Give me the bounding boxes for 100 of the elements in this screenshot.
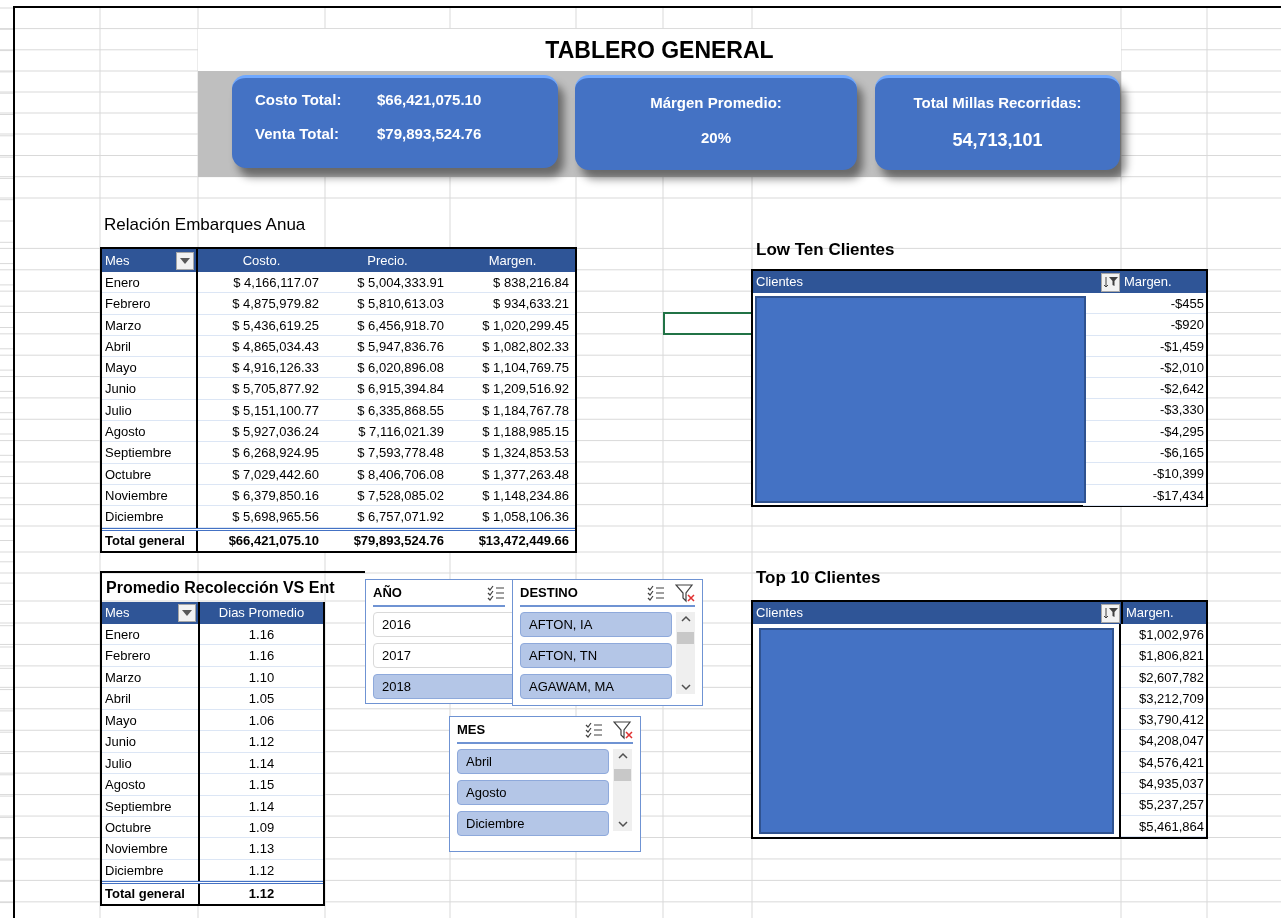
table-cell-text: $ 838,216.84 bbox=[492, 274, 570, 292]
scroll-up-icon[interactable] bbox=[617, 752, 628, 759]
column-header: Margen. bbox=[1123, 273, 1172, 292]
table-cell: Total general bbox=[102, 530, 198, 551]
table-cell-text: $ 5,151,100.77 bbox=[231, 401, 320, 420]
table-cell: 1.09 bbox=[200, 816, 323, 839]
slicer-item[interactable]: 2018 bbox=[373, 674, 512, 699]
table-cell-text: $ 5,947,836.76 bbox=[356, 337, 445, 356]
dropdown-button[interactable] bbox=[178, 604, 196, 622]
slicer-item[interactable]: AFTON, TN bbox=[520, 643, 672, 668]
table-cell: $3,790,412 bbox=[1121, 709, 1206, 731]
scroll-down-icon[interactable] bbox=[617, 821, 628, 828]
slicer-title: AÑO bbox=[373, 583, 402, 602]
multi-select-icon[interactable] bbox=[647, 584, 665, 601]
table-cell: Julio bbox=[102, 752, 198, 775]
table-cell-text: $ 1,020,299.45 bbox=[481, 316, 570, 335]
table-cell: Enero bbox=[102, 272, 196, 294]
table-cell: 1.16 bbox=[200, 645, 323, 667]
column-header: Precio. bbox=[366, 251, 409, 270]
kpi-value: $79,893,524.76 bbox=[377, 123, 482, 144]
table-cell-text: $ 5,436,619.25 bbox=[231, 316, 320, 335]
table-cell: 1.15 bbox=[200, 774, 323, 796]
table-cell: Octubre bbox=[102, 816, 198, 839]
table-cell-text: $ 8,406,706.08 bbox=[356, 465, 445, 484]
scroll-thumb[interactable] bbox=[677, 632, 694, 644]
table-cell: Total general bbox=[102, 884, 200, 905]
caret-icon[interactable] bbox=[180, 257, 190, 264]
table-cell-text: $ 5,810,613.03 bbox=[356, 295, 445, 314]
table-cell: Abril bbox=[102, 688, 198, 710]
kpi-value: 54,713,101 bbox=[952, 128, 1043, 152]
scroll-thumb[interactable] bbox=[614, 769, 631, 781]
table-cell-text: $ 5,927,036.24 bbox=[231, 423, 320, 442]
table-cell: Noviembre bbox=[102, 484, 196, 507]
table-cell: 1.12 bbox=[200, 859, 323, 882]
sort-filter-button[interactable] bbox=[1101, 603, 1120, 623]
caret-icon[interactable] bbox=[182, 610, 192, 616]
multi-select-icon[interactable] bbox=[487, 584, 505, 601]
multi-select-icon[interactable] bbox=[585, 721, 603, 738]
table-cell: $4,935,037 bbox=[1121, 773, 1206, 795]
table-cell: $2,607,782 bbox=[1121, 666, 1206, 688]
dropdown-button[interactable] bbox=[176, 251, 194, 270]
table-cell: 1.05 bbox=[200, 688, 323, 710]
slicer-item[interactable]: Diciembre bbox=[457, 811, 609, 836]
scrollbar[interactable] bbox=[676, 612, 695, 694]
table-cell-text: $ 6,379,850.16 bbox=[231, 486, 320, 505]
table-cell: Enero bbox=[102, 624, 198, 646]
table-caption: Low Ten Clientes bbox=[756, 239, 895, 261]
table-cell: $1,806,821 bbox=[1121, 645, 1206, 667]
table-cell: Noviembre bbox=[102, 838, 198, 860]
table-cell-text: $ 6,020,896.08 bbox=[356, 359, 445, 378]
kpi-label: Total Millas Recorridas: bbox=[913, 93, 1082, 113]
table-cell-text: $ 6,915,394.84 bbox=[356, 380, 445, 399]
table-cell: $3,212,709 bbox=[1121, 687, 1206, 710]
column-header: Clientes bbox=[756, 273, 803, 292]
table-cell-text: $ 7,116,021.39 bbox=[357, 423, 445, 442]
table-cell: 1.10 bbox=[200, 666, 323, 689]
table-cell-text: $ 1,188,985.15 bbox=[481, 423, 570, 442]
clear-filter-icon[interactable] bbox=[613, 719, 633, 740]
sort-filter-button[interactable] bbox=[1101, 272, 1120, 292]
table-cell: Septiembre bbox=[102, 795, 198, 817]
column-header: Margen. bbox=[1121, 602, 1174, 624]
slicer-item[interactable]: AFTON, IA bbox=[520, 612, 672, 637]
slicer-item[interactable]: 2017 bbox=[373, 643, 512, 668]
clear-filter-icon[interactable] bbox=[675, 582, 695, 603]
table-cell: Agosto bbox=[102, 421, 196, 443]
table-cell-text: $ 6,456,918.70 bbox=[356, 316, 445, 335]
column-header: Costo. bbox=[241, 251, 282, 270]
slicer-item[interactable]: AGAWAM, MA bbox=[520, 674, 672, 699]
column-header: Mes bbox=[105, 251, 130, 270]
scrollbar[interactable] bbox=[613, 749, 632, 831]
table-cell: 1.06 bbox=[200, 709, 323, 732]
table-cell-text: $ 4,865,034.43 bbox=[231, 337, 320, 356]
table-cell: Febrero bbox=[102, 293, 196, 315]
slicer-item[interactable]: 2016 bbox=[373, 612, 512, 637]
table-cell-text: $ 1,184,767.78 bbox=[481, 401, 570, 420]
table-cell-text: $ 4,875,979.82 bbox=[231, 295, 320, 314]
table-cell-text: $ 5,698,965.56 bbox=[231, 508, 320, 527]
scroll-down-icon[interactable] bbox=[680, 684, 691, 691]
slicer-title: DESTINO bbox=[520, 583, 578, 602]
table-cell-text: $13,472,449.66 bbox=[477, 531, 570, 550]
table-cell: Junio bbox=[102, 378, 196, 400]
kpi-label: Venta Total: bbox=[255, 123, 340, 144]
table-cell-text: $ 1,209,516.92 bbox=[481, 380, 570, 399]
table-cell: Marzo bbox=[102, 314, 196, 336]
slicer-item[interactable]: Abril bbox=[457, 749, 609, 774]
table-cell: $1,002,976 bbox=[1121, 624, 1206, 646]
table-cell-text: $ 1,082,802.33 bbox=[481, 337, 570, 356]
column-header: Mes bbox=[105, 604, 130, 623]
table-cell: Septiembre bbox=[102, 442, 196, 464]
table-cell-text: $ 5,705,877.92 bbox=[231, 380, 320, 399]
table-cell-text: $ 1,377,263.48 bbox=[481, 465, 570, 484]
table-cell: 1.12 bbox=[200, 731, 323, 753]
table-cell: $4,208,047 bbox=[1121, 730, 1206, 752]
table-caption: Top 10 Clientes bbox=[756, 567, 881, 589]
scroll-up-icon[interactable] bbox=[680, 615, 691, 622]
slicer-item[interactable]: Agosto bbox=[457, 780, 609, 805]
table-cell: Mayo bbox=[102, 357, 196, 379]
table-cell-text: $ 5,004,333.91 bbox=[356, 274, 445, 292]
table-cell: Agosto bbox=[102, 774, 198, 796]
table-cell-text: $ 7,029,442.60 bbox=[231, 465, 320, 484]
